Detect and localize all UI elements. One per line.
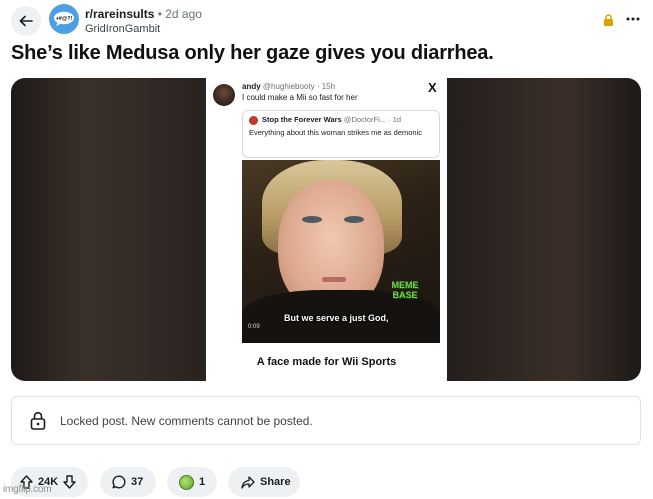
downvote-icon[interactable] [63, 475, 76, 489]
share-icon [241, 475, 255, 489]
post-media[interactable]: andy @hughiebooty · 15h I could make a M… [11, 78, 641, 381]
comment-icon [112, 475, 126, 489]
tweet-avatar [213, 84, 235, 106]
subreddit-avatar[interactable]: +#@?! [49, 4, 79, 34]
subreddit-name[interactable]: r/rareinsults [85, 7, 154, 21]
video-time: 0:09 [248, 324, 260, 330]
comment-count: 37 [131, 476, 144, 488]
meme-image: andy @hughiebooty · 15h I could make a M… [206, 78, 447, 381]
tweet-handle: @hughiebooty · 15h [262, 82, 336, 91]
quote-handle: @DoctorFi... · 1d [343, 115, 402, 124]
comments-button[interactable]: 37 [100, 467, 156, 497]
award-badge-icon [179, 474, 194, 490]
more-options-button[interactable] [622, 6, 644, 32]
quoted-tweet: Stop the Forever Wars @DoctorFi... · 1d … [242, 110, 440, 158]
award-count: 1 [199, 476, 206, 488]
meme-caption: A face made for Wii Sports [256, 356, 397, 368]
back-button[interactable] [11, 6, 41, 36]
locked-notice-text: Locked post. New comments cannot be post… [60, 414, 313, 428]
speech-bubble-icon: +#@?! [54, 11, 74, 26]
imgflip-watermark: imgflip.com [3, 484, 52, 495]
quote-text: Everything about this woman strikes me a… [249, 128, 422, 137]
lock-icon [30, 411, 46, 430]
video-caption: But we serve a just God, [284, 313, 389, 323]
tweet-display-name: andy [242, 82, 261, 91]
award-button[interactable]: 1 [167, 467, 217, 497]
author-username[interactable]: GridIronGambit [85, 22, 202, 37]
subreddit-info: r/rareinsults • 2d ago GridIronGambit [85, 7, 202, 37]
quote-avatar-icon [249, 116, 258, 125]
ellipsis-icon [626, 17, 640, 21]
locked-notice: Locked post. New comments cannot be post… [11, 396, 641, 445]
meme-video-frame: MEME BASE But we serve a just God, 0:09 [242, 160, 440, 343]
arrow-left-icon [19, 15, 33, 27]
meme-base-watermark: MEME BASE [391, 280, 419, 300]
quote-display-name: Stop the Forever Wars [262, 115, 342, 124]
post-time: • 2d ago [157, 7, 202, 21]
lock-icon [604, 14, 613, 26]
post-header: +#@?! r/rareinsults • 2d ago GridIronGam… [0, 0, 653, 40]
post-actions: 24K 37 1 Share [11, 467, 651, 497]
tweet-text: I could make a Mii so fast for her [242, 93, 358, 102]
post-title: She’s like Medusa only her gaze gives yo… [11, 42, 494, 64]
locked-indicator [603, 13, 614, 31]
x-logo-icon: X [428, 80, 437, 95]
share-button[interactable]: Share [228, 467, 300, 497]
avatar-text: +#@?! [56, 16, 73, 22]
share-label: Share [260, 476, 291, 488]
